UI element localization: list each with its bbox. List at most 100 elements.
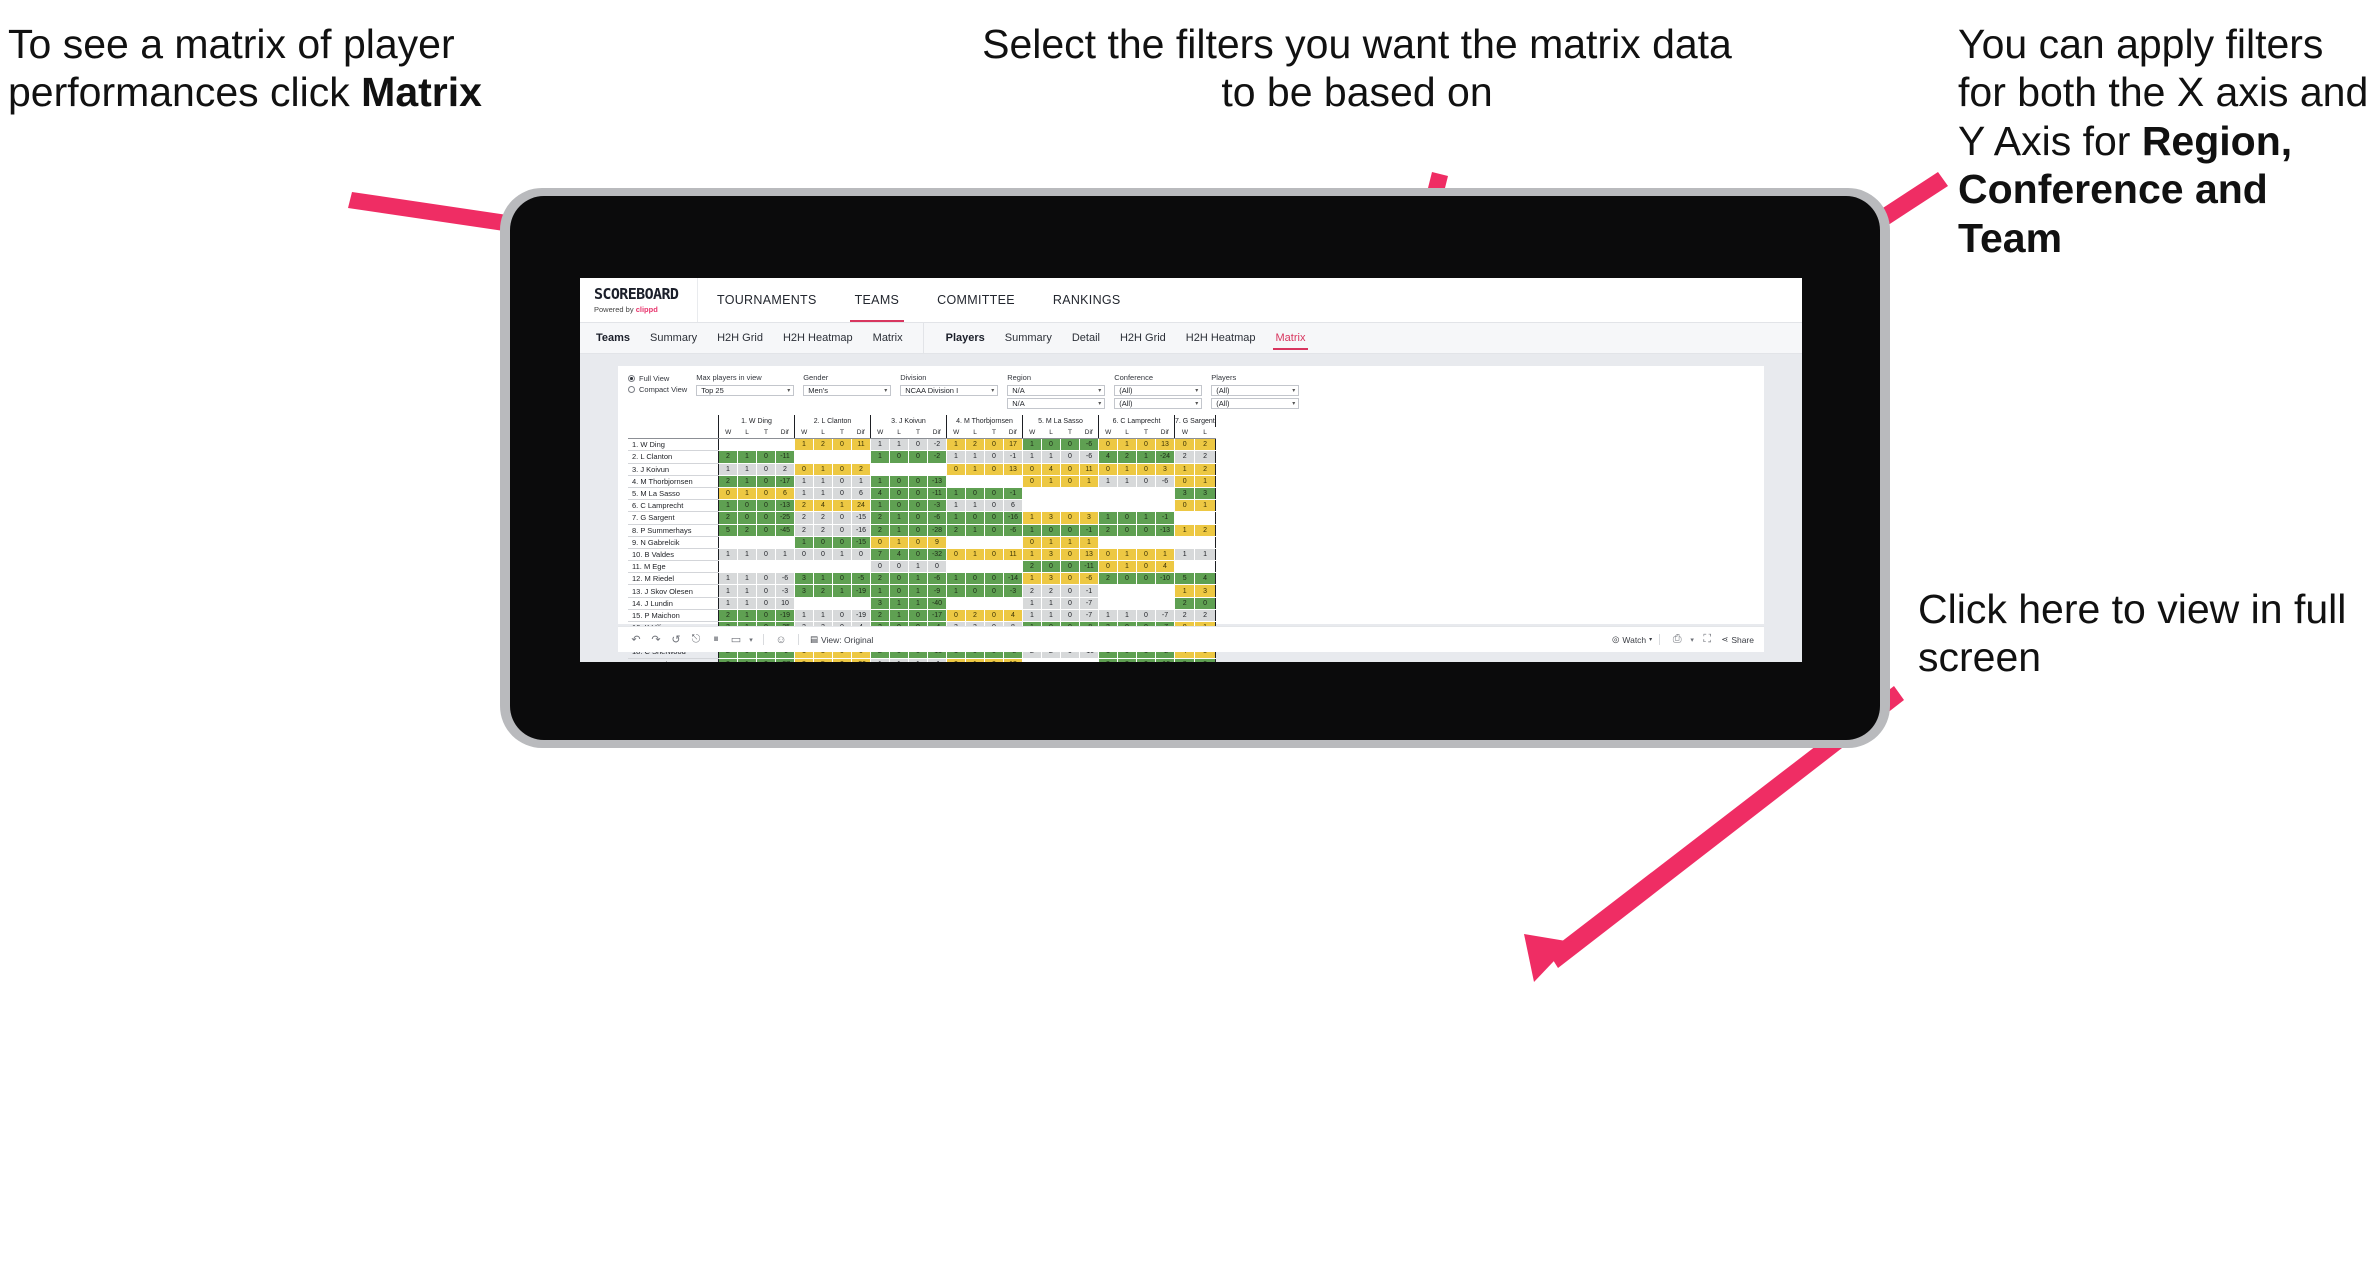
matrix-cell[interactable]	[1117, 536, 1137, 549]
matrix-cell[interactable]: 3	[1194, 487, 1216, 501]
matrix-cell[interactable]: 1	[889, 658, 909, 662]
matrix-cell[interactable]: 1	[1022, 597, 1042, 610]
matrix-cell[interactable]: 1	[1079, 536, 1099, 549]
matrix-cell[interactable]: 2	[870, 609, 890, 623]
matrix-cell[interactable]	[1041, 487, 1061, 501]
matrix-cell[interactable]	[1117, 499, 1137, 513]
matrix-cell[interactable]: 2	[718, 511, 738, 525]
matrix-cell[interactable]: 6	[851, 487, 871, 501]
radio-full-view[interactable]: Full View	[628, 373, 687, 384]
matrix-cell[interactable]: 0	[908, 511, 928, 525]
matrix-cell[interactable]	[908, 463, 928, 476]
matrix-cell[interactable]: 0	[756, 524, 776, 537]
matrix-cell[interactable]: 5	[718, 524, 738, 537]
matrix-cell[interactable]: 2	[965, 609, 985, 623]
matrix-cell[interactable]: 1	[1194, 499, 1216, 513]
matrix-cell[interactable]: 4	[1155, 560, 1175, 574]
matrix-cell[interactable]: 0	[1060, 572, 1080, 586]
matrix-cell[interactable]: 1	[946, 584, 966, 598]
matrix-cell[interactable]	[984, 560, 1004, 574]
matrix-cell[interactable]: 2	[794, 511, 814, 525]
matrix-cell[interactable]: 17	[1003, 438, 1023, 452]
matrix-cell[interactable]	[889, 463, 909, 476]
subnav-players-summary[interactable]: Summary	[995, 323, 1062, 353]
matrix-cell[interactable]: 0	[851, 548, 871, 562]
matrix-cell[interactable]: 2	[1194, 463, 1216, 476]
matrix-cell[interactable]: 0	[813, 536, 833, 549]
matrix-cell[interactable]: 4	[1003, 609, 1023, 623]
matrix-cell[interactable]: 1	[1117, 609, 1137, 623]
matrix-cell[interactable]	[1079, 487, 1099, 501]
matrix-cell[interactable]: -11	[775, 450, 795, 464]
matrix-cell[interactable]: 0	[984, 438, 1004, 452]
matrix-cell[interactable]: 0	[984, 584, 1004, 598]
matrix-cell[interactable]	[965, 560, 985, 574]
matrix-cell[interactable]: -6	[927, 572, 947, 586]
fullscreen-icon[interactable]: ⛶	[1697, 633, 1717, 646]
matrix-cell[interactable]: 0	[984, 658, 1004, 662]
matrix-cell[interactable]: -16	[1003, 511, 1023, 525]
matrix-cell[interactable]	[1194, 536, 1216, 549]
radio-compact-view[interactable]: Compact View	[628, 384, 687, 395]
matrix-cell[interactable]: 1	[1041, 597, 1061, 610]
matrix-cell[interactable]: 0	[908, 609, 928, 623]
matrix-cell[interactable]: -7	[1155, 609, 1175, 623]
matrix-cell[interactable]: 1	[813, 463, 833, 476]
view-original-shape-icon[interactable]: ▭	[726, 633, 746, 646]
matrix-cell[interactable]	[1022, 499, 1042, 513]
matrix-cell[interactable]: -16	[851, 524, 871, 537]
matrix-cell[interactable]: 0	[1060, 463, 1080, 476]
matrix-cell[interactable]: -5	[851, 572, 871, 586]
subnav-players-detail[interactable]: Detail	[1062, 323, 1110, 353]
matrix-cell[interactable]: 0	[1022, 536, 1042, 549]
matrix-cell[interactable]: 0	[1060, 597, 1080, 610]
pause-updates-icon[interactable]: ⏸	[706, 633, 726, 646]
matrix-cell[interactable]: 0	[984, 548, 1004, 562]
subnav-teams-h2h-heatmap[interactable]: H2H Heatmap	[773, 323, 863, 353]
matrix-cell[interactable]	[1173, 560, 1196, 574]
matrix-cell[interactable]: -6	[775, 572, 795, 586]
matrix-cell[interactable]: 1	[870, 658, 890, 662]
topnav-item-tournaments[interactable]: TOURNAMENTS	[698, 278, 836, 322]
matrix-cell[interactable]	[775, 438, 795, 452]
matrix-cell[interactable]: -1	[1079, 584, 1099, 598]
matrix-cell[interactable]: 0	[908, 438, 928, 452]
matrix-cell[interactable]: 24	[851, 499, 871, 513]
matrix-cell[interactable]: 2	[794, 499, 814, 513]
matrix-cell[interactable]: 1	[870, 499, 890, 513]
matrix-cell[interactable]	[1003, 475, 1023, 488]
matrix-cell[interactable]	[1022, 487, 1042, 501]
matrix-cell[interactable]: 1	[1041, 609, 1061, 623]
matrix-cell[interactable]	[1136, 487, 1156, 501]
matrix-cell[interactable]: 0	[1136, 658, 1156, 662]
matrix-cell[interactable]: 0	[832, 572, 852, 586]
matrix-cell[interactable]: 1	[965, 548, 985, 562]
matrix-cell[interactable]	[756, 560, 776, 574]
matrix-cell[interactable]	[737, 536, 757, 549]
matrix-cell[interactable]: -19	[851, 609, 871, 623]
matrix-cell[interactable]: 1	[946, 499, 966, 513]
filter-gender-select[interactable]: Men's ▾	[803, 385, 892, 396]
matrix-cell[interactable]: 0	[756, 597, 776, 610]
matrix-cell[interactable]: 1	[908, 597, 928, 610]
matrix-cell[interactable]: 0	[1060, 548, 1080, 562]
matrix-cell[interactable]: 1	[794, 438, 814, 452]
matrix-cell[interactable]: 2	[870, 524, 890, 537]
matrix-cell[interactable]: -17	[775, 475, 795, 488]
matrix-cell[interactable]: 2	[965, 438, 985, 452]
matrix-cell[interactable]: 0	[1041, 560, 1061, 574]
matrix-cell[interactable]: 1	[794, 475, 814, 488]
matrix-cell[interactable]: 1	[965, 499, 985, 513]
matrix-cell[interactable]: 4	[1041, 463, 1061, 476]
matrix-cell[interactable]: 1	[718, 548, 738, 562]
matrix-cell[interactable]: 0	[946, 609, 966, 623]
undo-icon[interactable]: ↶	[626, 633, 646, 646]
matrix-cell[interactable]	[794, 450, 814, 464]
matrix-cell[interactable]: -14	[1003, 572, 1023, 586]
matrix-cell[interactable]: 4	[1098, 450, 1118, 464]
matrix-cell[interactable]: 1	[1098, 511, 1118, 525]
matrix-cell[interactable]: 1	[870, 450, 890, 464]
matrix-cell[interactable]: 0	[1060, 560, 1080, 574]
matrix-cell[interactable]: 0	[1136, 524, 1156, 537]
matrix-cell[interactable]	[927, 463, 947, 476]
